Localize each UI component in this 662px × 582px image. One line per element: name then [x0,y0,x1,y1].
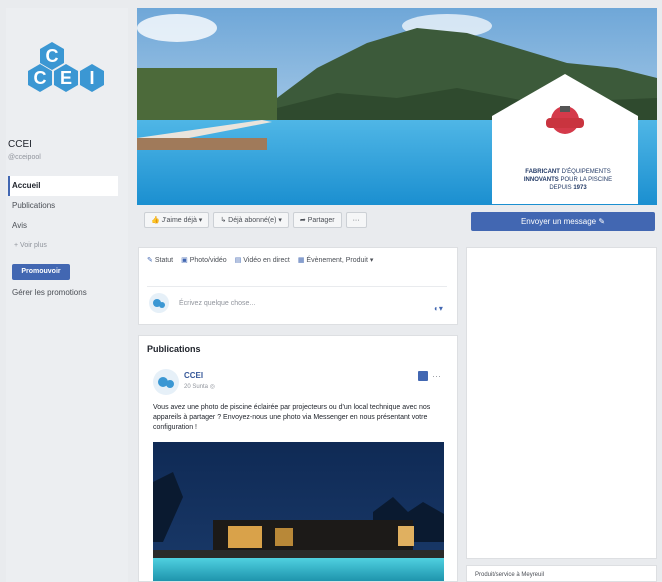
post-text: Vous avez une photo de piscine éclairée … [153,404,431,431]
composer-avatar [149,293,169,313]
composer-tab-photo-label: Photo/vidéo [189,257,227,264]
post-author-avatar[interactable] [153,369,179,395]
composer-tab-photo[interactable]: ▣ Photo/vidéo [181,256,227,264]
composer-tab-status-label: Statut [154,257,174,264]
follow-icon: ↳ [220,217,227,224]
badge-line3: DEPUIS [549,185,572,191]
nav-item-publications[interactable]: Publications [8,196,118,216]
live-video-icon: ▤ [234,257,242,264]
follow-button[interactable]: ↳ Déjà abonné(e) ▾ [213,212,289,228]
page-handle[interactable]: @cceipool [8,154,41,161]
manage-promotions-link[interactable]: Gérer les promotions [12,288,87,297]
badge-line2-bold: INNOVANTS [523,177,559,183]
page-actions: 👍 J'aime déjà ▾ ↳ Déjà abonné(e) ▾ ➦ Par… [144,212,367,230]
publications-title: Publications [147,344,201,354]
composer-tab-event[interactable]: ▦ Évènement, Produit ▾ [298,256,374,264]
follow-label: Déjà abonné(e) ▾ [228,217,282,224]
post-date-text: 20 Sunta [184,384,209,390]
page-nav: Accueil Publications Avis + Voir plus [8,176,118,256]
pencil-icon: ✎ [147,257,153,264]
cover-badge-text: FABRICANT D'ÉQUIPEMENTS INNOVANTS POUR L… [498,168,638,192]
composer-tabs: ✎ Statut ▣ Photo/vidéo ▤ Vidéo en direct… [147,256,373,264]
logo-letter-1: C [46,46,59,66]
ccei-logo[interactable]: C C E I [14,36,126,128]
composer-tab-live-label: Vidéo en direct [243,257,290,264]
nav-item-avis[interactable]: Avis [8,216,118,236]
composer-tab-event-label: Évènement, Produit ▾ [306,257,374,264]
logo-letter-3: E [60,68,72,88]
share-label: Partager [307,217,335,224]
like-button[interactable]: 👍 J'aime déjà ▾ [144,212,210,228]
share-icon: ➦ [299,217,306,224]
badge-line2-rest: POUR LA PISCINE [560,177,613,183]
like-label: J'aime déjà ▾ [161,217,203,224]
audience-globe-icon[interactable]: ◐▾ [434,304,443,313]
promote-button[interactable]: Promouvoir [12,264,70,280]
event-icon: ▦ [297,257,305,264]
share-button[interactable]: ➦ Partager [292,212,342,228]
composer-tab-live[interactable]: ▤ Vidéo en direct [235,256,290,264]
send-message-button[interactable]: Envoyer un message ✎ [471,212,655,231]
post-options: ··· [418,371,441,381]
composer-tab-status[interactable]: ✎ Statut [147,256,173,264]
post-composer: ✎ Statut ▣ Photo/vidéo ▤ Vidéo en direct… [138,247,458,325]
page-category-box: Produit/service à Meyreuil [466,565,657,582]
composer-placeholder: Écrivez quelque chose... [179,300,256,307]
badge-year: 1973 [573,185,587,191]
nav-item-accueil[interactable]: Accueil [8,176,118,196]
composer-input-area[interactable]: Écrivez quelque chose... ◐▾ [147,286,447,314]
photo-icon: ▣ [181,257,188,264]
badge-line1-bold: FABRICANT [525,169,560,175]
nav-see-more[interactable]: + Voir plus [8,236,118,256]
post-more-icon[interactable]: ··· [432,371,441,381]
globe-icon: ◎ [209,384,215,390]
post-image[interactable] [153,442,444,581]
page-name[interactable]: CCEI [8,139,32,150]
thumbs-up-icon: 👍 [151,217,160,224]
logo-letter-4: I [89,68,94,88]
edit-post-icon[interactable] [418,371,428,381]
publications-section: Publications CCEI 20 Sunta ◎ ··· Vous av… [138,335,458,582]
post-author[interactable]: CCEI [184,371,203,380]
logo-letter-2: C [34,68,47,88]
right-column-panel [466,247,657,559]
more-actions-button[interactable]: ··· [345,212,367,228]
page-category-text: Produit/service à Meyreuil [475,572,545,578]
badge-line1-rest: D'ÉQUIPEMENTS [561,169,611,175]
post-date[interactable]: 20 Sunta ◎ [184,383,215,390]
